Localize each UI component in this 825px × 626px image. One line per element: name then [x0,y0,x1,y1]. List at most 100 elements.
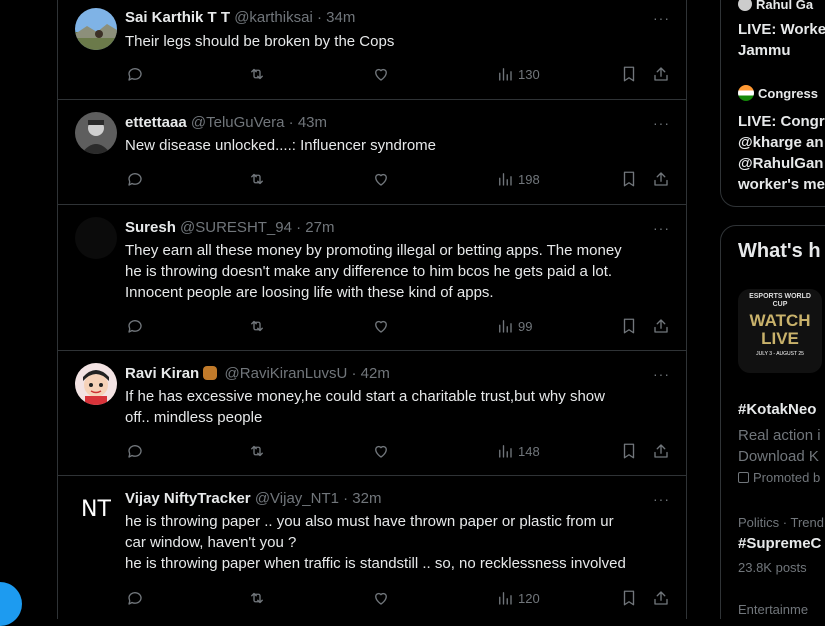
share-button[interactable] [652,170,670,188]
user-handle[interactable]: @TeluGuVera [191,114,285,131]
tweet[interactable]: Suresh @SURESHT_94 · 27m ··· They earn a… [58,204,687,351]
user-handle[interactable]: @SURESHT_94 [180,219,292,236]
trend-description: Real action i Download K [738,425,821,467]
bookmark-button[interactable] [620,442,638,460]
repost-button[interactable] [248,65,266,83]
tweet-header: Sai Karthik T T @karthiksai · 34m [125,9,355,26]
views-button[interactable]: 120 [496,589,540,607]
timestamp[interactable]: · 34m [317,9,355,26]
timestamp[interactable]: · 43m [289,114,327,131]
more-options-button[interactable]: ··· [653,220,670,236]
like-button[interactable] [372,317,390,335]
user-handle[interactable]: @RaviKiranLuvsU [225,365,348,382]
views-button[interactable]: 99 [496,317,532,335]
avatar[interactable] [75,363,117,405]
repost-icon [251,173,263,185]
promoted-text: Promoted b [753,470,821,485]
more-options-button[interactable]: ··· [653,10,670,26]
reply-button[interactable] [126,442,144,460]
views-button[interactable]: 130 [496,65,540,83]
analytics-icon [499,68,512,81]
display-name[interactable]: Ravi Kiran [125,365,199,382]
share-icon [654,319,668,333]
user-handle[interactable]: @karthiksai [234,9,313,26]
repost-button[interactable] [248,589,266,607]
reply-icon [128,592,142,605]
bookmark-icon [623,443,635,459]
like-button[interactable] [372,170,390,188]
timestamp[interactable]: · 42m [352,365,390,382]
share-button[interactable] [652,589,670,607]
promo-image[interactable]: ESPORTS WORLD CUP WATCH LIVE JULY 3 - AU… [738,289,822,373]
timeline-feed: Sai Karthik T T @karthiksai · 34m ··· Th… [57,0,687,619]
display-name[interactable]: Suresh [125,219,176,236]
avatar[interactable] [75,217,117,259]
promo-live: LIVE [761,329,799,348]
tweet-header: ettettaaa @TeluGuVera · 43m [125,114,327,131]
bookmark-button[interactable] [620,317,638,335]
bookmark-icon [623,66,635,82]
tweet-header: Suresh @SURESHT_94 · 27m [125,219,334,236]
more-options-button[interactable]: ··· [653,366,670,382]
share-button[interactable] [652,442,670,460]
trend-category: Entertainme [738,602,809,617]
tweet-text: he is throwing paper .. you also must ha… [125,511,675,574]
bookmark-button[interactable] [620,170,638,188]
more-options-button[interactable]: ··· [653,115,670,131]
live-news-card: Rahul Ga LIVE: Worke Jammu Congress LIVE… [720,0,825,207]
heart-icon [375,592,387,605]
views-button[interactable]: 148 [496,442,540,460]
display-name[interactable]: Vijay NiftyTracker [125,490,251,507]
tweet[interactable]: ettettaaa @TeluGuVera · 43m ··· New dise… [58,99,687,205]
like-button[interactable] [372,589,390,607]
views-button[interactable]: 198 [496,170,540,188]
bookmark-icon [623,171,635,187]
compose-post-button[interactable] [0,582,22,626]
avatar[interactable]: NT [75,488,117,530]
reply-button[interactable] [126,317,144,335]
tweet-text: They earn all these money by promoting i… [125,240,675,303]
like-button[interactable] [372,65,390,83]
reply-button[interactable] [126,65,144,83]
tweet-actions: 148 [58,442,687,464]
reply-icon [128,320,142,333]
live-news-item[interactable]: LIVE: Congr @kharge an @RahulGan worker'… [738,111,825,195]
reply-button[interactable] [126,170,144,188]
display-name[interactable]: ettettaaa [125,114,187,131]
news-source-name: Congress [758,86,818,101]
avatar[interactable] [75,112,117,154]
timestamp[interactable]: · 27m [296,219,334,236]
tweet[interactable]: Sai Karthik T T @karthiksai · 34m ··· Th… [58,0,687,100]
repost-icon [251,68,263,80]
repost-button[interactable] [248,170,266,188]
share-icon [654,172,668,186]
analytics-icon [499,592,512,605]
live-news-item[interactable]: LIVE: Worke Jammu [738,19,825,61]
user-handle[interactable]: @Vijay_NT1 [255,490,339,507]
trend-hashtag[interactable]: #SupremeC [738,535,821,552]
trend-hashtag[interactable]: #KotakNeo [738,401,816,418]
heart-icon [375,173,387,186]
share-button[interactable] [652,65,670,83]
bookmark-button[interactable] [620,65,638,83]
repost-button[interactable] [248,442,266,460]
like-button[interactable] [372,442,390,460]
more-options-button[interactable]: ··· [653,491,670,507]
repost-button[interactable] [248,317,266,335]
news-headline-line: worker's me [738,176,825,193]
bookmark-button[interactable] [620,589,638,607]
news-source-name: Rahul Ga [756,0,814,12]
news-headline-line: LIVE: Worke [738,21,825,38]
tweet-actions: 99 [58,317,687,339]
share-button[interactable] [652,317,670,335]
avatar[interactable] [75,8,117,50]
tweet[interactable]: Ravi Kiran @RaviKiranLuvsU · 42m ··· If … [58,350,687,476]
tweet[interactable]: NT Vijay NiftyTracker @Vijay_NT1 · 32m ·… [58,475,687,625]
reply-button[interactable] [126,589,144,607]
timestamp[interactable]: · 32m [343,490,381,507]
tweet-actions: 198 [58,170,687,192]
display-name[interactable]: Sai Karthik T T [125,9,230,26]
news-headline-line: @kharge an [738,134,824,151]
tweet-text-line: off.. mindless people [125,409,263,426]
tweet-header: Vijay NiftyTracker @Vijay_NT1 · 32m [125,490,381,507]
